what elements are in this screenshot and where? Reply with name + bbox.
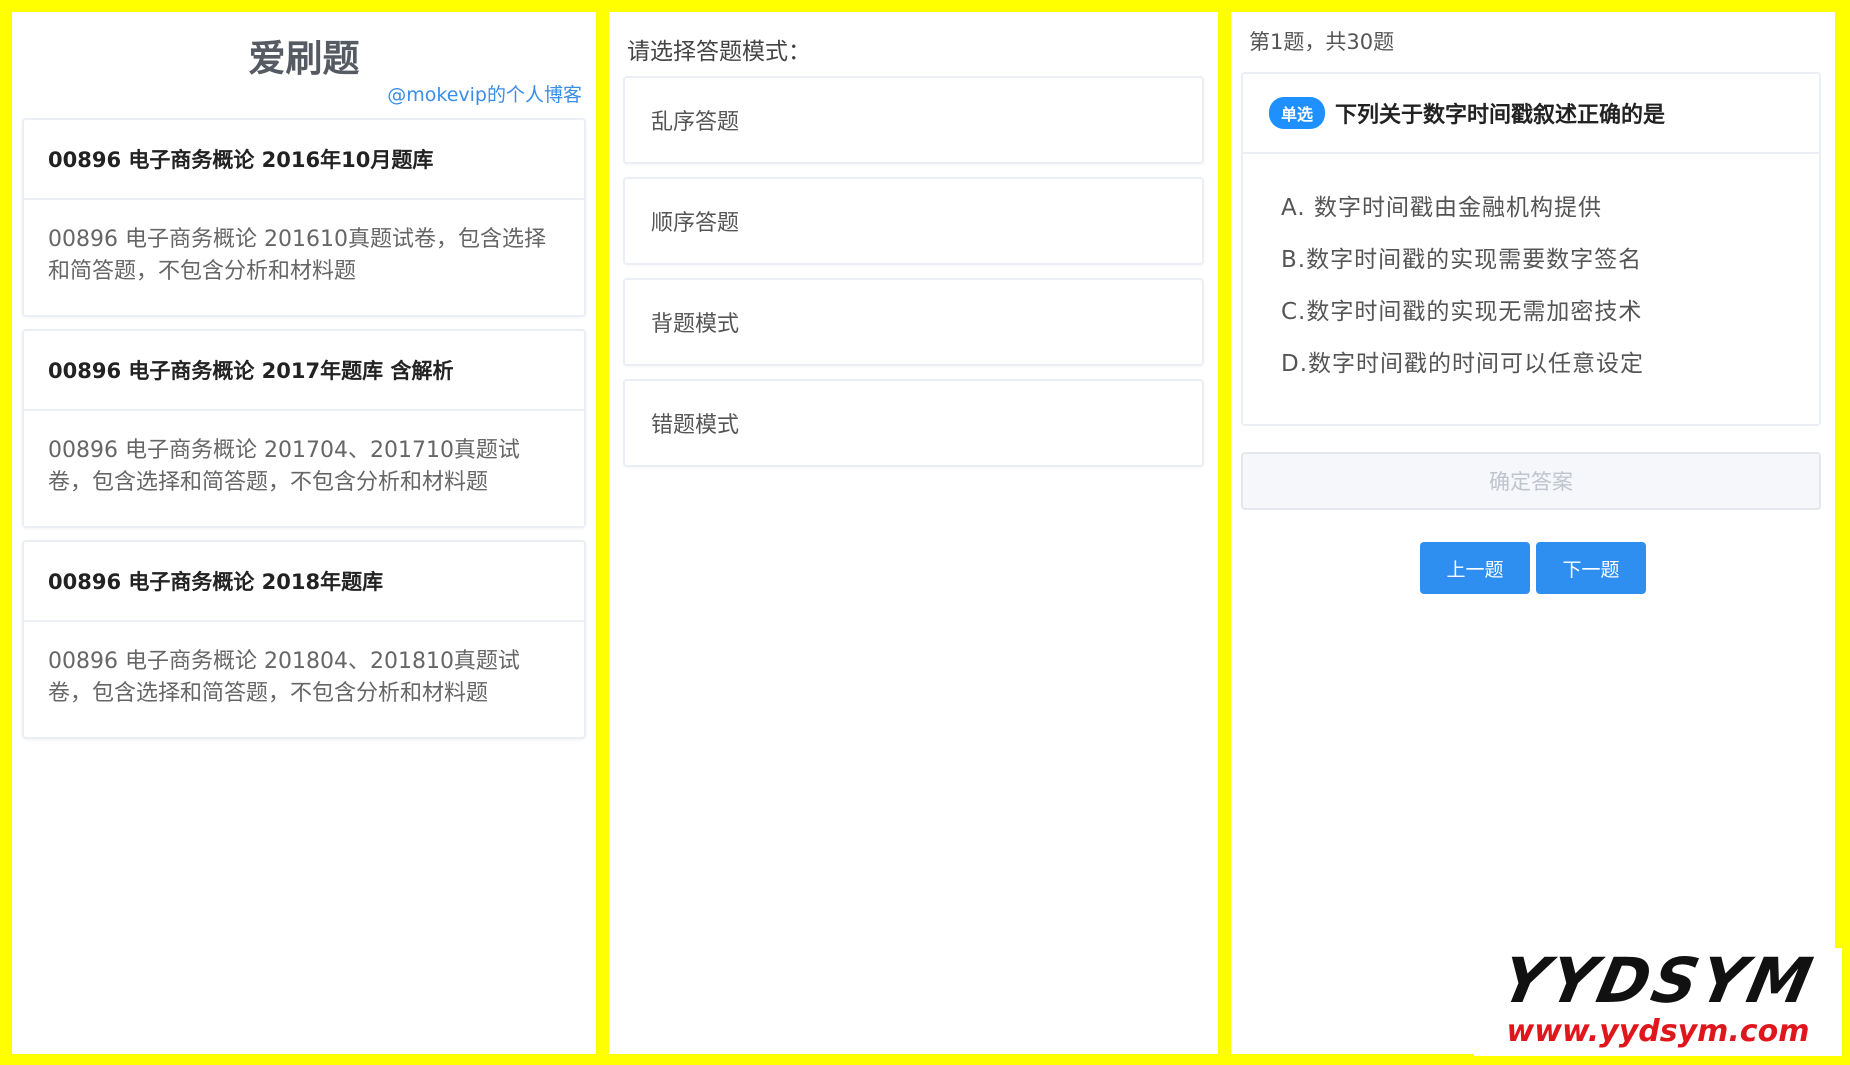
- bank-card-title[interactable]: 00896 电子商务概论 2016年10月题库: [24, 120, 584, 200]
- prev-question-button[interactable]: 上一题: [1420, 542, 1530, 594]
- question-type-badge: 单选: [1269, 97, 1326, 129]
- option-d[interactable]: D.数字时间戳的时间可以任意设定: [1281, 344, 1819, 396]
- mode-sequential[interactable]: 顺序答题: [623, 177, 1204, 265]
- question-nav: 上一题 下一题: [1231, 542, 1835, 594]
- bank-card[interactable]: 00896 电子商务概论 2018年题库 00896 电子商务概论 201804…: [22, 540, 586, 739]
- confirm-answer-button[interactable]: 确定答案: [1241, 452, 1821, 510]
- option-c[interactable]: C.数字时间戳的实现无需加密技术: [1281, 292, 1819, 344]
- mode-prompt: 请选择答题模式：: [627, 39, 811, 65]
- question-bank-panel: 爱刷题 @mokevip的个人博客 00896 电子商务概论 2016年10月题…: [12, 12, 596, 1054]
- mode-memorize[interactable]: 背题模式: [623, 278, 1204, 366]
- mode-select-panel: 请选择答题模式： 乱序答题 顺序答题 背题模式 错题模式: [609, 12, 1218, 1054]
- quiz-panel: 第1题，共30题 单选 下列关于数字时间戳叙述正确的是 A. 数字时间戳由金融机…: [1231, 12, 1835, 1054]
- option-list: A. 数字时间戳由金融机构提供 B.数字时间戳的实现需要数字签名 C.数字时间戳…: [1243, 154, 1819, 396]
- bank-card[interactable]: 00896 电子商务概论 2016年10月题库 00896 电子商务概论 201…: [22, 118, 586, 317]
- bank-card-description: 00896 电子商务概论 201610真题试卷，包含选择和简答题，不包含分析和材…: [48, 227, 546, 284]
- mode-mistakes[interactable]: 错题模式: [623, 379, 1204, 467]
- option-a[interactable]: A. 数字时间戳由金融机构提供: [1281, 188, 1819, 240]
- blog-link[interactable]: @mokevip的个人博客: [12, 80, 596, 110]
- option-b[interactable]: B.数字时间戳的实现需要数字签名: [1281, 240, 1819, 292]
- bank-card-title[interactable]: 00896 电子商务概论 2017年题库 含解析: [24, 331, 584, 411]
- bank-card[interactable]: 00896 电子商务概论 2017年题库 含解析 00896 电子商务概论 20…: [22, 329, 586, 528]
- watermark-url: www.yydsym.com: [1506, 1014, 1810, 1049]
- bank-card-description: 00896 电子商务概论 201804、201810真题试卷，包含选择和简答题，…: [48, 649, 520, 706]
- bank-card-description: 00896 电子商务概论 201704、201710真题试卷，包含选择和简答题，…: [48, 438, 520, 495]
- next-question-button[interactable]: 下一题: [1536, 542, 1646, 594]
- bank-card-title[interactable]: 00896 电子商务概论 2018年题库: [24, 542, 584, 622]
- question-progress: 第1题，共30题: [1249, 30, 1395, 54]
- watermark-logo: YYDSYM www.yydsym.com: [1474, 944, 1842, 1056]
- watermark-brand: YYDSYM: [1495, 944, 1822, 1017]
- question-card: 单选 下列关于数字时间戳叙述正确的是 A. 数字时间戳由金融机构提供 B.数字时…: [1241, 72, 1821, 426]
- mode-list: 乱序答题 顺序答题 背题模式 错题模式: [609, 76, 1218, 467]
- bank-list: 00896 电子商务概论 2016年10月题库 00896 电子商务概论 201…: [12, 110, 596, 739]
- mode-random[interactable]: 乱序答题: [623, 76, 1204, 164]
- app-title: 爱刷题: [248, 37, 360, 80]
- question-header: 单选 下列关于数字时间戳叙述正确的是: [1243, 74, 1819, 154]
- question-text: 下列关于数字时间戳叙述正确的是: [1335, 103, 1666, 128]
